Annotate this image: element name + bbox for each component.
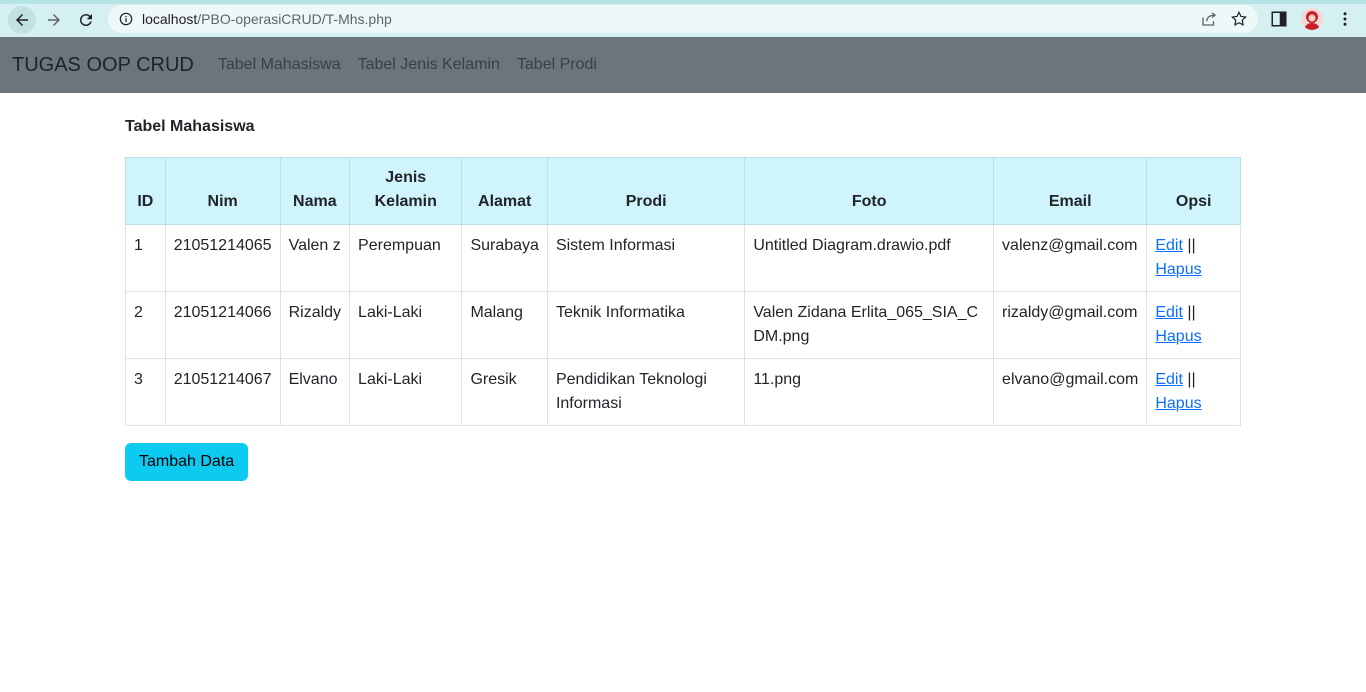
share-icon[interactable] [1200,10,1218,28]
cell-email: valenz@gmail.com [993,224,1148,292]
hapus-link[interactable]: Hapus [1155,395,1201,412]
arrow-left-icon [16,14,28,26]
separator: || [1187,304,1196,321]
cell-nim: 21051214067 [164,358,281,426]
header-alamat: Alamat [461,157,548,225]
nav-links: Tabel Mahasiswa Tabel Jenis Kelamin Tabe… [218,56,597,74]
nav-link-tabel-prodi[interactable]: Tabel Prodi [517,56,597,74]
page-title: Tabel Mahasiswa [125,118,255,135]
table-row: 1 21051214065 Valen z Perempuan Surabaya… [125,224,1241,292]
cell-alamat: Gresik [461,358,548,426]
cell-jenis-kelamin: Perempuan [349,224,463,292]
mahasiswa-table: ID Nim Nama Jenis Kelamin Alamat Prodi F… [125,157,1241,426]
edit-link[interactable]: Edit [1155,371,1183,388]
header-jenis-kelamin: Jenis Kelamin [349,157,463,225]
cell-nama: Elvano [279,358,351,426]
cell-id: 3 [125,358,166,426]
cell-nim: 21051214066 [164,291,281,359]
cell-email: elvano@gmail.com [993,358,1148,426]
edit-link[interactable]: Edit [1155,237,1183,254]
cell-alamat: Malang [461,291,548,359]
cell-prodi: Teknik Informatika [546,291,746,359]
cell-prodi: Sistem Informasi [546,224,746,292]
cell-opsi: Edit || Hapus [1146,358,1241,426]
menu-kebab-icon[interactable] [1336,10,1354,28]
profile-avatar[interactable] [1301,8,1323,30]
header-id: ID [125,157,166,225]
cell-nama: Valen z [279,224,351,292]
cell-foto: Untitled Diagram.drawio.pdf [744,224,995,292]
tambah-data-button[interactable]: Tambah Data [125,443,249,481]
info-icon[interactable] [118,11,134,27]
cell-foto: 11.png [744,358,995,426]
cell-prodi: Pendidikan Teknologi Informasi [546,358,746,426]
url-path: /PBO-operasiCRUD/T-Mhs.php [197,11,392,27]
url-host: localhost [142,11,198,27]
edit-link[interactable]: Edit [1155,304,1183,321]
bookmark-star-icon[interactable] [1230,10,1248,28]
cell-nama: Rizaldy [279,291,351,359]
hapus-link[interactable]: Hapus [1155,261,1201,278]
hapus-link[interactable]: Hapus [1155,328,1201,345]
navbar-brand[interactable]: TUGAS OOP CRUD [12,54,194,77]
separator: || [1187,237,1196,254]
cell-nim: 21051214065 [164,224,281,292]
nav-link-tabel-jenis-kelamin[interactable]: Tabel Jenis Kelamin [358,56,500,74]
cell-email: rizaldy@gmail.com [993,291,1148,359]
side-panel-icon[interactable] [1270,10,1288,28]
table-header-row: ID Nim Nama Jenis Kelamin Alamat Prodi F… [125,157,1241,225]
header-foto: Foto [744,157,995,225]
reload-button[interactable] [72,6,100,34]
header-nim: Nim [164,157,281,225]
top-navbar: TUGAS OOP CRUD Tabel Mahasiswa Tabel Jen… [0,37,1366,93]
header-nama: Nama [279,157,351,225]
cell-opsi: Edit || Hapus [1146,291,1241,359]
cell-opsi: Edit || Hapus [1146,224,1241,292]
table-row: 3 21051214067 Elvano Laki-Laki Gresik Pe… [125,358,1241,426]
back-button[interactable] [8,6,36,34]
reload-icon [79,14,92,27]
header-opsi: Opsi [1146,157,1241,225]
browser-toolbar: localhost/PBO-operasiCRUD/T-Mhs.php [0,0,1366,37]
cell-id: 2 [125,291,166,359]
nav-link-tabel-mahasiswa[interactable]: Tabel Mahasiswa [218,56,341,74]
forward-button[interactable] [40,6,68,34]
cell-jenis-kelamin: Laki-Laki [349,291,463,359]
main-content: Tabel Mahasiswa ID Nim Nama Jenis Kelami… [125,118,1241,481]
url-text[interactable]: localhost/PBO-operasiCRUD/T-Mhs.php [142,11,392,27]
address-bar[interactable]: localhost/PBO-operasiCRUD/T-Mhs.php [108,5,1258,33]
cell-alamat: Surabaya [461,224,548,292]
table-row: 2 21051214066 Rizaldy Laki-Laki Malang T… [125,291,1241,359]
header-prodi: Prodi [546,157,746,225]
cell-foto: Valen Zidana Erlita_065_SIA_CDM.png [744,291,995,359]
arrow-right-icon [48,14,60,26]
header-email: Email [993,157,1148,225]
cell-id: 1 [125,224,166,292]
cell-jenis-kelamin: Laki-Laki [349,358,463,426]
separator: || [1187,371,1196,388]
